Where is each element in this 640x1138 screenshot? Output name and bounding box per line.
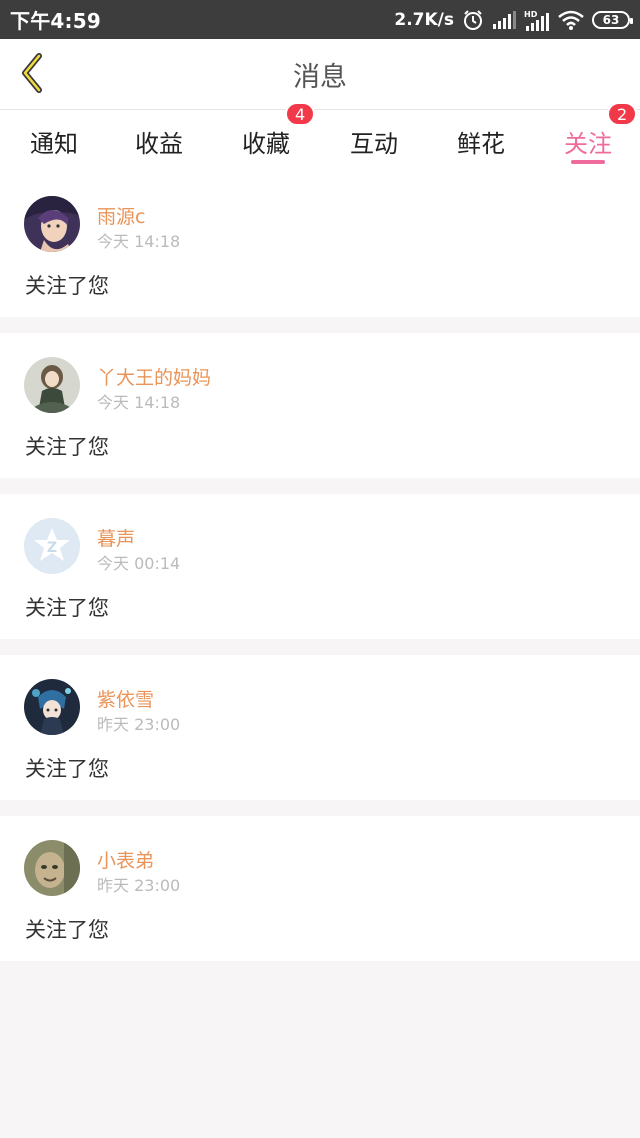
timestamp: 今天 00:14 xyxy=(97,554,181,573)
tab-interactions[interactable]: 互动 xyxy=(320,110,428,172)
list-item[interactable]: 雨源c 今天 14:18 关注了您 xyxy=(0,172,640,317)
follower-name[interactable]: 暮声 xyxy=(97,524,135,551)
list-item[interactable]: 紫依雪 昨天 23:00 关注了您 xyxy=(0,655,640,800)
timestamp: 昨天 23:00 xyxy=(97,715,181,734)
svg-text:HD: HD xyxy=(524,10,538,19)
unread-badge: 2 xyxy=(607,102,638,126)
message-text: 关注了您 xyxy=(25,274,109,298)
tab-favorites[interactable]: 收藏 4 xyxy=(212,102,320,172)
tab-label: 关注 xyxy=(564,129,612,158)
tab-label: 收藏 xyxy=(242,129,290,158)
tab-earnings[interactable]: 收益 xyxy=(105,110,213,172)
network-speed: 2.7K/s xyxy=(394,9,454,30)
hd-signal-icon: HD xyxy=(524,9,550,31)
message-text: 关注了您 xyxy=(25,596,109,620)
unread-badge: 4 xyxy=(285,102,316,126)
battery-icon: 63 xyxy=(592,10,633,29)
follower-name[interactable]: 雨源c xyxy=(97,202,145,229)
timestamp: 今天 14:18 xyxy=(97,232,181,251)
timestamp: 昨天 23:00 xyxy=(97,876,181,895)
tab-label: 收益 xyxy=(135,129,183,158)
list-item[interactable]: 丫大王的妈妈 今天 14:18 关注了您 xyxy=(0,333,640,478)
avatar[interactable] xyxy=(24,679,80,735)
tab-following[interactable]: 关注 2 xyxy=(534,102,640,172)
tab-notifications[interactable]: 通知 xyxy=(0,110,108,172)
message-text: 关注了您 xyxy=(25,435,109,459)
timestamp: 今天 14:18 xyxy=(97,393,181,412)
avatar[interactable] xyxy=(24,196,80,252)
tab-label: 互动 xyxy=(350,129,398,158)
alarm-icon xyxy=(462,9,484,31)
status-bar: 下午4:59 2.7K/s HD 63 xyxy=(0,0,640,39)
list-item[interactable]: Z 暮声 今天 00:14 关注了您 xyxy=(0,494,640,639)
avatar[interactable]: Z xyxy=(24,518,80,574)
tab-label: 鲜花 xyxy=(457,129,505,158)
avatar[interactable] xyxy=(24,357,80,413)
page-title: 消息 xyxy=(293,61,347,93)
app-header: 消息 xyxy=(0,39,640,110)
svg-text:Z: Z xyxy=(47,540,57,556)
tab-label: 通知 xyxy=(30,129,78,158)
back-button[interactable] xyxy=(10,51,54,99)
message-text: 关注了您 xyxy=(25,757,109,781)
tab-flowers[interactable]: 鲜花 xyxy=(427,110,535,172)
wifi-icon xyxy=(558,10,584,30)
avatar[interactable] xyxy=(24,840,80,896)
tab-bar: 通知 收益 收藏 4 互动 鲜花 关注 2 xyxy=(0,102,640,172)
chevron-left-icon xyxy=(17,52,47,98)
active-tab-indicator xyxy=(571,160,605,164)
status-time: 下午4:59 xyxy=(10,9,101,33)
follower-name[interactable]: 丫大王的妈妈 xyxy=(97,363,211,390)
follower-name[interactable]: 紫依雪 xyxy=(97,685,154,712)
list-item[interactable]: 小表弟 昨天 23:00 关注了您 xyxy=(0,816,640,961)
message-text: 关注了您 xyxy=(25,918,109,942)
signal-icon xyxy=(492,10,516,29)
follower-name[interactable]: 小表弟 xyxy=(97,846,154,873)
status-right: 2.7K/s HD 63 xyxy=(394,9,633,31)
